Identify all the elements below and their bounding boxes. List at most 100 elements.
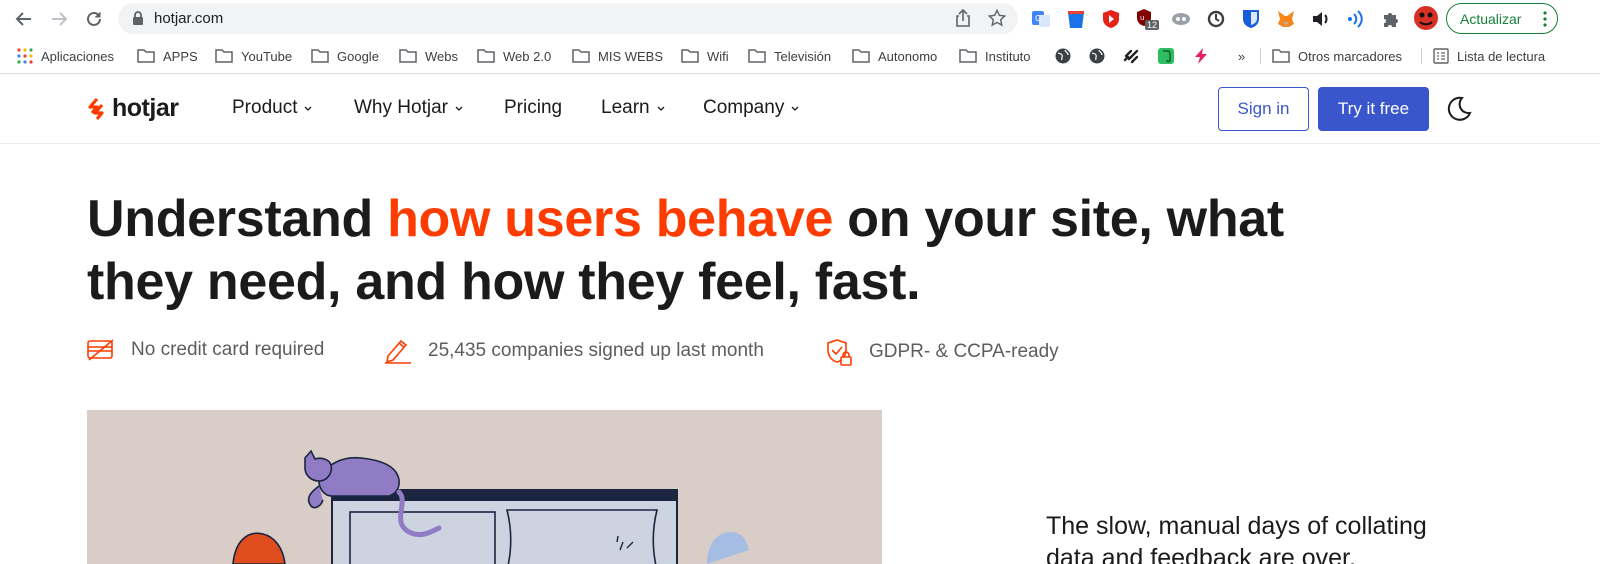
hero-illustration — [87, 410, 882, 564]
hero-side-text: The slow, manual days of collating data … — [1046, 512, 1427, 564]
folder-icon — [681, 49, 699, 63]
nav-product[interactable]: Product — [232, 97, 312, 119]
feature-text: No credit card required — [131, 339, 325, 360]
tracker-extension-icon[interactable] — [1170, 8, 1192, 30]
headline-text: Understand — [87, 190, 388, 248]
nav-pricing[interactable]: Pricing — [504, 97, 562, 119]
folder-icon — [748, 49, 766, 63]
chevron-down-icon — [791, 106, 799, 111]
site-header: hotjar Product Why Hotjar Pricing Learn … — [0, 74, 1600, 144]
nav-why-hotjar[interactable]: Why Hotjar — [354, 97, 463, 119]
bookmark-folder[interactable]: Web 2.0 — [477, 46, 551, 66]
folder-icon — [311, 49, 329, 63]
url-text[interactable]: hotjar.com — [154, 10, 223, 27]
forward-icon[interactable] — [47, 7, 71, 31]
globe-bookmark-icon[interactable] — [1054, 47, 1072, 65]
bookmark-apps-grid[interactable]: Aplicaciones — [17, 46, 114, 66]
browser-toolbar: hotjar.com G u 12 Actualizar — [0, 0, 1600, 38]
folder-icon — [215, 49, 233, 63]
dark-mode-moon-icon[interactable] — [1446, 96, 1472, 127]
metamask-extension-icon[interactable] — [1275, 8, 1297, 30]
squarespace-bookmark-icon[interactable] — [1123, 47, 1141, 65]
reading-list[interactable]: Lista de lectura — [1433, 46, 1545, 66]
folder-icon — [137, 49, 155, 63]
lock-icon[interactable] — [132, 11, 144, 31]
extension-badge: 12 — [1145, 20, 1160, 30]
pencil-icon — [385, 339, 411, 364]
reading-list-label: Lista de lectura — [1457, 48, 1546, 64]
youtube-shield-extension-icon[interactable] — [1100, 8, 1122, 30]
credit-card-icon — [87, 339, 114, 361]
bookmark-label: Instituto — [985, 48, 1031, 64]
cat-on-screen-illustration — [232, 449, 749, 564]
chevron-down-icon — [305, 106, 312, 111]
ublock-extension-icon[interactable]: u 12 — [1135, 8, 1160, 30]
bookmark-label: Web 2.0 — [503, 48, 552, 64]
nav-learn[interactable]: Learn — [601, 97, 665, 119]
logo-wordmark: hotjar — [112, 94, 179, 122]
audio-waves-extension-icon[interactable] — [1345, 8, 1367, 30]
bookmark-label: Televisión — [774, 48, 832, 64]
folder-icon — [477, 49, 495, 63]
sign-in-button[interactable]: Sign in — [1218, 87, 1309, 131]
nav-label: Company — [703, 97, 785, 118]
share-icon[interactable] — [954, 8, 972, 32]
feature-signups: 25,435 companies signed up last month — [384, 338, 764, 364]
bookmark-folder[interactable]: Webs — [399, 46, 458, 66]
address-bar[interactable]: hotjar.com — [118, 3, 1018, 34]
bookmark-folder[interactable]: APPS — [137, 46, 198, 66]
nav-label: Learn — [601, 97, 650, 118]
bookmark-folder[interactable]: MIS WEBS — [572, 46, 663, 66]
reload-icon[interactable] — [82, 7, 106, 31]
bookmark-folder[interactable]: Google — [311, 46, 379, 66]
bitwarden-extension-icon[interactable] — [1240, 8, 1262, 30]
feature-text: 25,435 companies signed up last month — [428, 340, 764, 361]
bookmarks-separator — [1260, 48, 1261, 64]
bookmark-label: YouTube — [241, 48, 293, 64]
volume-extension-icon[interactable] — [1310, 8, 1332, 30]
nav-label: Pricing — [504, 97, 563, 118]
bolt-bookmark-icon[interactable] — [1192, 47, 1210, 65]
bookmark-folder[interactable]: Autonomo — [852, 46, 937, 66]
chevron-down-icon — [455, 106, 463, 111]
bookmark-label: Aplicaciones — [41, 48, 114, 64]
folder-icon — [959, 49, 977, 63]
hero-headline: Understand how users behave on your site… — [87, 188, 1287, 314]
other-bookmarks[interactable]: Otros marcadores — [1272, 46, 1402, 66]
bookmark-label: MIS WEBS — [598, 48, 664, 64]
folder-icon — [572, 49, 590, 63]
puzzle-extensions-icon[interactable] — [1380, 8, 1402, 30]
bookmark-folder[interactable]: Televisión — [748, 46, 831, 66]
other-bookmarks-label: Otros marcadores — [1298, 48, 1403, 64]
svg-text:u: u — [1140, 14, 1144, 22]
bookmarks-overflow[interactable]: » — [1238, 46, 1245, 66]
translate-extension-icon[interactable]: G — [1030, 8, 1052, 30]
back-icon[interactable] — [12, 7, 36, 31]
nav-company[interactable]: Company — [703, 97, 799, 119]
svg-text:G: G — [1035, 14, 1041, 23]
nav-label: Product — [232, 97, 298, 118]
profile-avatar-icon[interactable] — [1413, 5, 1439, 31]
bookmark-label: Google — [337, 48, 379, 64]
bucket-extension-icon[interactable] — [1065, 8, 1087, 30]
sync-extension-icon[interactable] — [1205, 8, 1227, 30]
folder-icon — [399, 49, 417, 63]
hotjar-mark-icon — [88, 97, 104, 120]
feature-gdpr: GDPR- & CCPA-ready — [825, 338, 1059, 366]
more-menu-icon[interactable] — [1543, 11, 1547, 32]
try-it-free-button[interactable]: Try it free — [1318, 87, 1429, 131]
update-browser-button[interactable]: Actualizar — [1446, 3, 1558, 34]
bookmarks-bar: Aplicaciones APPS YouTube Google Webs We… — [0, 38, 1600, 74]
evernote-bookmark-icon[interactable] — [1157, 47, 1175, 65]
bookmark-folder[interactable]: Instituto — [959, 46, 1031, 66]
update-label: Actualizar — [1460, 10, 1522, 27]
headline-accent-text: how users behave — [387, 190, 834, 248]
bookmark-folder[interactable]: YouTube — [215, 46, 292, 66]
bookmark-folder[interactable]: Wifi — [681, 46, 729, 66]
chevron-down-icon — [657, 106, 665, 111]
feature-no-credit-card: No credit card required — [87, 338, 324, 362]
hotjar-logo[interactable]: hotjar — [88, 94, 179, 123]
folder-icon — [1272, 49, 1290, 63]
bookmark-star-icon[interactable] — [987, 8, 1007, 32]
globe-bookmark-icon[interactable] — [1088, 47, 1106, 65]
